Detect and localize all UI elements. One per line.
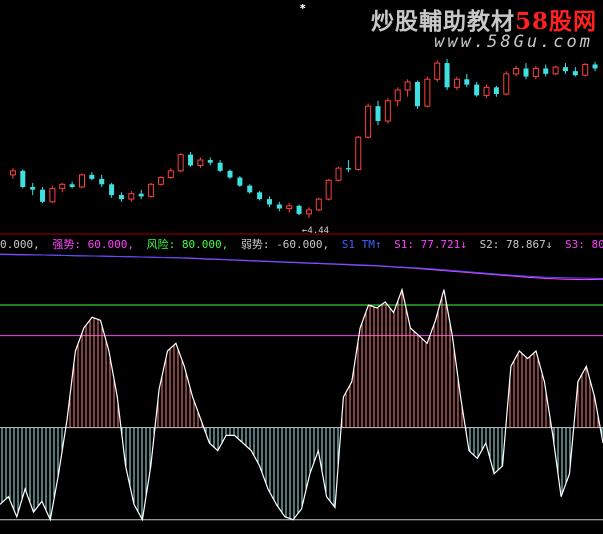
candle-body-up bbox=[128, 193, 135, 200]
candle-body-down bbox=[109, 184, 115, 196]
candle-body-down bbox=[118, 195, 124, 200]
candle-body-up bbox=[197, 159, 204, 166]
candle-body-up bbox=[434, 62, 441, 80]
candle-body-down bbox=[562, 67, 568, 72]
candle-body-down bbox=[257, 192, 263, 200]
candle-body-up bbox=[286, 205, 293, 210]
candle-body-up bbox=[355, 136, 362, 170]
candle-body-down bbox=[227, 170, 233, 178]
legend-item-s1: S1: 77.721↓ bbox=[394, 238, 467, 250]
candle-body-down bbox=[444, 63, 450, 88]
candle-body-down bbox=[523, 68, 529, 77]
legend-item-weak: 弱势: -60.000, bbox=[240, 238, 330, 250]
candle-body-up bbox=[453, 78, 460, 88]
candle-body-up bbox=[9, 170, 16, 176]
candle-body-up bbox=[167, 170, 174, 179]
candle-body-up bbox=[157, 177, 164, 185]
candle-body-up bbox=[315, 198, 322, 211]
watermark-title: 炒股輔助教材58股网 bbox=[371, 2, 597, 36]
price-low-label: ←4.44 bbox=[302, 226, 330, 236]
candle-body-up bbox=[483, 86, 490, 96]
watermark-url: www.58Gu.com bbox=[434, 32, 593, 52]
legend-item-tm: S1 TM↑ bbox=[341, 238, 382, 250]
candle-body-down bbox=[266, 199, 272, 205]
legend-item-strong: 强势: 60.000, bbox=[52, 238, 134, 250]
candle-body-down bbox=[30, 186, 36, 190]
candle-body-down bbox=[572, 71, 578, 76]
candle-body-down bbox=[474, 84, 480, 96]
candle-body-up bbox=[503, 73, 510, 95]
candle-body-up bbox=[148, 183, 155, 197]
candle-body-up bbox=[79, 174, 85, 188]
candle-body-down bbox=[207, 160, 213, 163]
legend-item-s2: S2: 78.867↓ bbox=[479, 238, 553, 250]
candle-body-up bbox=[532, 67, 539, 78]
candle-body-down bbox=[20, 170, 26, 187]
watermark-brand: 58股网 bbox=[514, 8, 597, 35]
candle-body-down bbox=[237, 177, 243, 186]
candle-body-down bbox=[69, 184, 75, 187]
candle-body-down bbox=[345, 168, 351, 170]
candle-body-down bbox=[99, 178, 105, 185]
candle-body-up bbox=[582, 63, 589, 76]
candle-body-down bbox=[138, 193, 144, 197]
signal-marker: * bbox=[300, 2, 306, 15]
watermark-site-name: 炒股輔助教材 bbox=[370, 8, 515, 35]
candle-body-down bbox=[40, 189, 46, 202]
candle-body-up bbox=[424, 78, 431, 107]
candle-body-up bbox=[305, 209, 312, 215]
indicator-legend: 0.000, 强势: 60.000, 风险: 80.000, 弱势: -60.0… bbox=[0, 236, 603, 250]
candle-body-up bbox=[365, 105, 372, 138]
legend-item-s3: S3: 80.724↓ bbox=[565, 238, 603, 250]
candle-body-up bbox=[177, 154, 184, 172]
candle-body-down bbox=[247, 185, 253, 193]
candle-body-up bbox=[552, 66, 559, 75]
candle-body-down bbox=[414, 81, 420, 107]
chart-canvas: ****** bbox=[0, 0, 603, 534]
price-low-value: 4.44 bbox=[307, 226, 330, 236]
legend-item-risk: 风险: 80.000, bbox=[146, 238, 229, 250]
candle-body-up bbox=[513, 67, 520, 75]
candle-body-down bbox=[89, 174, 95, 179]
candle-body-down bbox=[592, 64, 598, 69]
candle-body-down bbox=[543, 68, 549, 74]
candle-body-down bbox=[493, 87, 499, 95]
candle-body-up bbox=[59, 183, 66, 189]
candle-body-up bbox=[394, 89, 401, 102]
candle-body-up bbox=[335, 167, 342, 181]
candle-body-down bbox=[296, 205, 302, 214]
legend-item-base: 0.000, bbox=[0, 238, 40, 250]
candle-body-up bbox=[384, 100, 391, 122]
candle-body-down bbox=[276, 204, 282, 209]
candle-body-down bbox=[188, 154, 194, 166]
candle-body-down bbox=[217, 162, 223, 171]
candle-body-down bbox=[464, 79, 470, 85]
candle-body-up bbox=[325, 179, 332, 200]
candle-body-up bbox=[404, 81, 411, 91]
candle-body-down bbox=[375, 106, 381, 121]
candle-body-up bbox=[49, 187, 56, 203]
